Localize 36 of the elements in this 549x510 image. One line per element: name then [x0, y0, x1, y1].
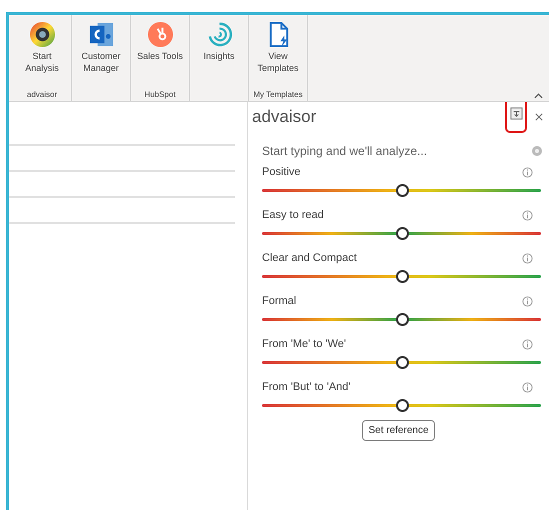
group-label: advaisor — [26, 89, 58, 101]
spiral-icon — [206, 21, 232, 48]
slider-label: From 'But' to 'And' — [262, 381, 350, 393]
info-icon[interactable] — [522, 210, 533, 220]
hubspot-icon — [146, 21, 174, 48]
text-input-field[interactable]: Start typing and we'll analyze... — [262, 142, 531, 160]
ribbon-button[interactable]: View Templates — [252, 19, 304, 89]
ribbon-button[interactable]: Insights — [193, 19, 245, 89]
group-label: HubSpot — [143, 89, 177, 101]
slider-thumb[interactable] — [396, 399, 408, 412]
ribbon-button[interactable]: Customer Manager — [75, 19, 127, 89]
slider-label: Clear and Compact — [262, 252, 357, 264]
ribbon-button[interactable]: Sales Tools — [134, 19, 186, 89]
info-icon[interactable] — [522, 382, 533, 392]
slider-thumb[interactable] — [396, 227, 408, 240]
pane-title: advaisor — [252, 107, 318, 127]
slider-label: Easy to read — [262, 209, 324, 221]
slider-thumb[interactable] — [396, 184, 408, 197]
info-icon[interactable] — [522, 252, 533, 264]
info-icon[interactable] — [522, 166, 533, 178]
group-label: My Templates — [252, 89, 304, 101]
slider-thumb[interactable] — [396, 356, 408, 369]
collapse-caret-icon[interactable] — [534, 93, 543, 99]
contacts-icon — [88, 21, 114, 48]
info-icon[interactable] — [522, 296, 533, 306]
set-reference-button[interactable]: Set reference — [362, 420, 435, 441]
slider-label: Positive — [262, 166, 301, 178]
slider-thumb[interactable] — [396, 270, 408, 283]
slider-label: Formal — [262, 295, 296, 307]
close-icon[interactable] — [535, 113, 543, 121]
dock-icon[interactable] — [510, 106, 522, 120]
info-icon[interactable] — [522, 338, 533, 350]
slider-label: From 'Me' to 'We' — [262, 338, 346, 350]
ribbon-button[interactable]: Start Analysis — [16, 19, 68, 89]
slider-thumb[interactable] — [396, 313, 408, 326]
analysis-icon — [28, 21, 56, 48]
